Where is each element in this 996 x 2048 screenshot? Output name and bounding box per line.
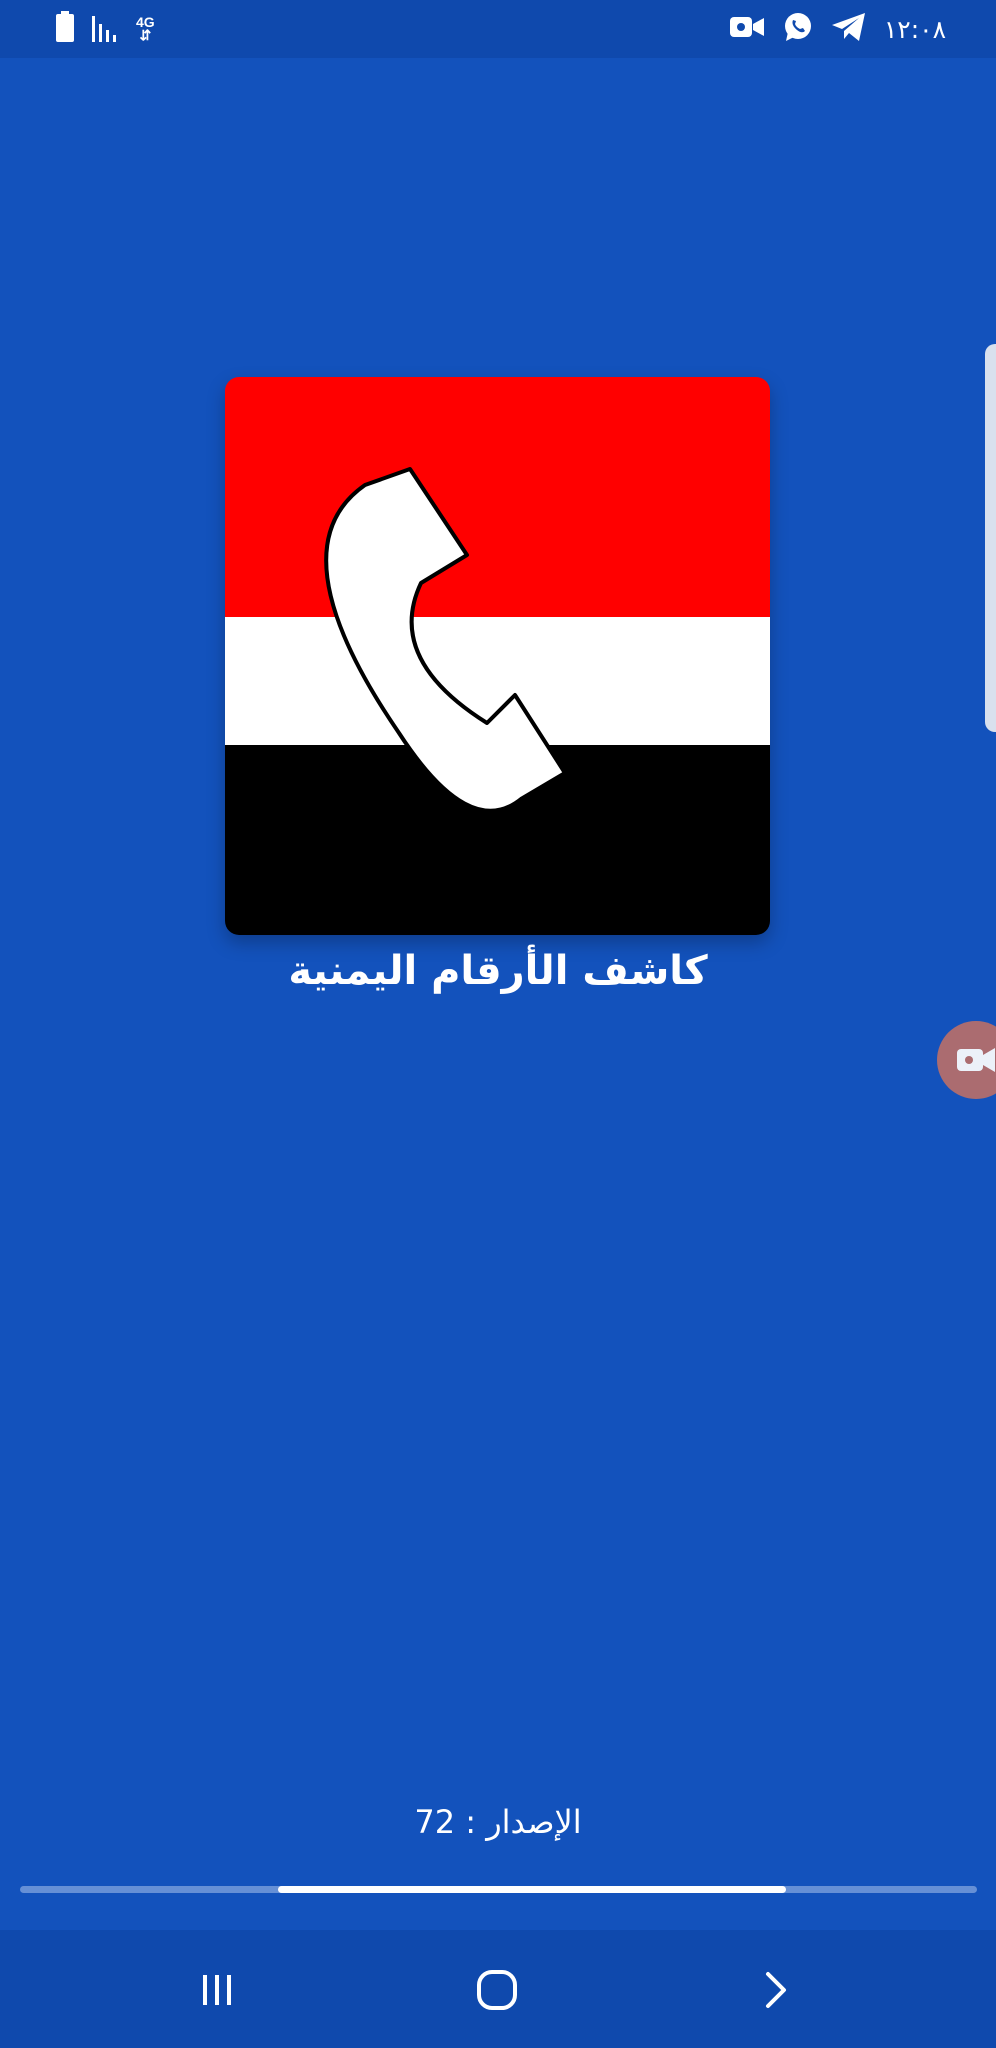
edge-panel-handle[interactable] (985, 344, 996, 732)
status-left-group: 4G ⇵ (54, 11, 155, 47)
status-right-group: ١٢:٠٨ (729, 11, 946, 47)
screen-record-icon (957, 1048, 995, 1072)
status-time: ١٢:٠٨ (883, 14, 946, 44)
version-label: الإصدار : 72 (414, 1803, 582, 1841)
app-name-title: كاشف الأرقام اليمنية (288, 948, 708, 994)
loading-progress-fill (278, 1886, 786, 1893)
navigation-bar (0, 1930, 996, 2048)
home-icon (477, 1970, 517, 2010)
telegram-icon (831, 12, 866, 46)
signal-icon (92, 12, 120, 46)
phone-handset-icon (324, 467, 567, 813)
status-bar: 4G ⇵ ١٢:٠٨ (0, 0, 996, 58)
recent-apps-icon (203, 1975, 231, 2005)
data-activity-arrows: ⇵ (139, 27, 152, 43)
floating-record-button[interactable] (937, 1021, 996, 1099)
back-icon (766, 1972, 786, 2008)
home-button[interactable] (462, 1960, 532, 2020)
recent-apps-button[interactable] (182, 1960, 252, 2020)
back-button[interactable] (740, 1960, 810, 2020)
battery-icon (54, 11, 76, 47)
app-logo (225, 377, 770, 935)
video-camera-icon (729, 15, 764, 43)
loading-progress-bar (20, 1886, 977, 1893)
network-4g-icon: 4G ⇵ (136, 15, 155, 43)
whatsapp-icon (782, 11, 814, 47)
